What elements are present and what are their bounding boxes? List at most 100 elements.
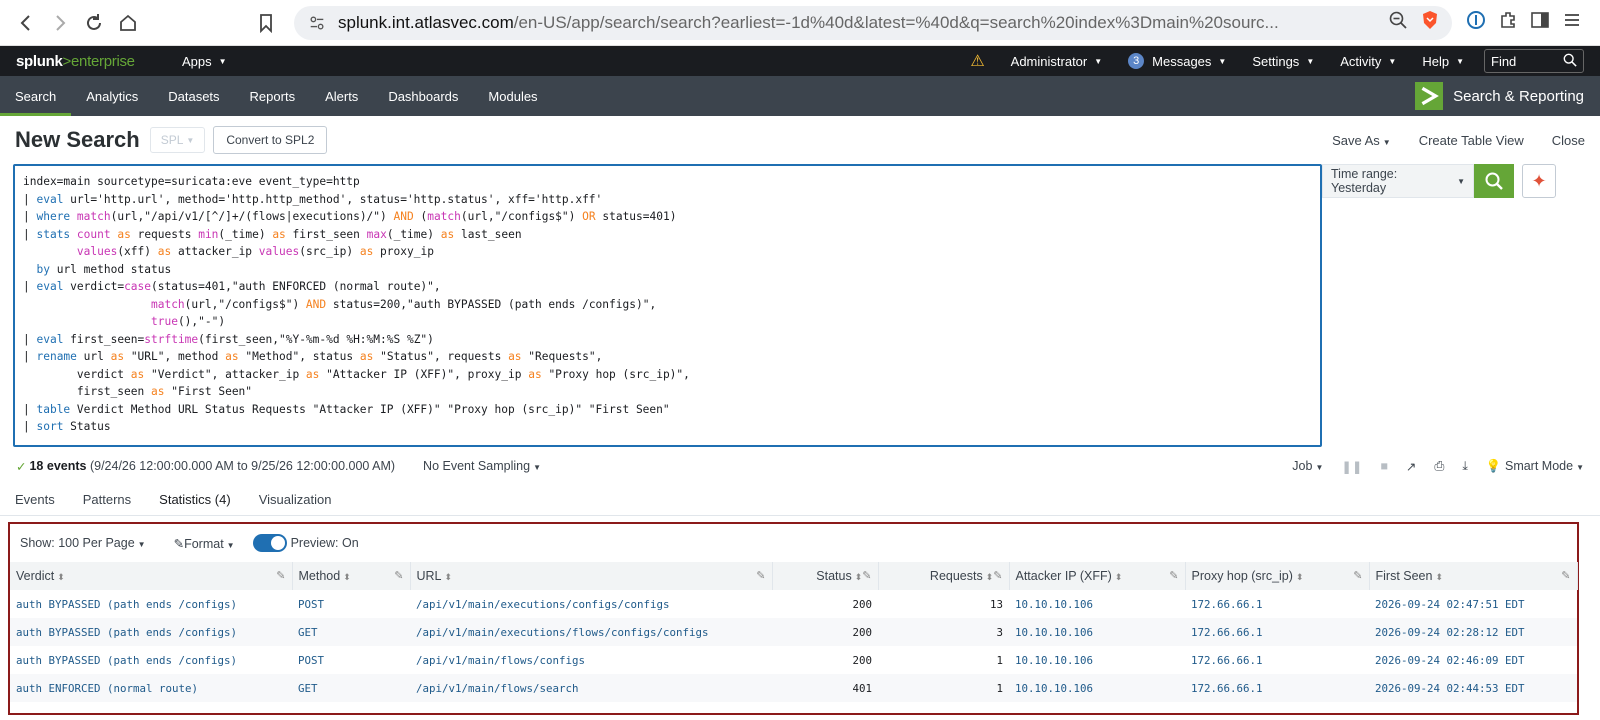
tab-search[interactable]: Search [0, 76, 72, 116]
search-button[interactable] [1474, 164, 1514, 198]
table-cell[interactable]: 172.66.66.1 [1185, 590, 1369, 618]
table-cell[interactable]: 13 [878, 590, 1009, 618]
edit-column-icon[interactable]: ✎ [756, 569, 765, 582]
url-bar[interactable]: splunk.int.atlasvec.com/en-US/app/search… [294, 5, 1452, 40]
ai-assistant-button[interactable]: ✦ [1522, 164, 1556, 198]
table-row[interactable]: auth ENFORCED (normal route) GET/api/v1/m… [10, 674, 1577, 702]
back-icon[interactable] [10, 7, 42, 39]
table-cell[interactable]: GET [292, 674, 410, 702]
sort-icon[interactable]: ⬍ [1296, 572, 1304, 582]
brave-shield-icon[interactable] [1420, 10, 1440, 35]
save-as-menu[interactable]: Save As ▼ [1332, 133, 1391, 148]
splunk-logo[interactable]: splunk>enterprise [16, 53, 166, 70]
stop-icon[interactable]: ■ [1380, 459, 1388, 473]
export-icon[interactable]: ⤓ [1462, 459, 1468, 474]
sort-icon[interactable]: ⬍ [986, 572, 994, 582]
table-cell[interactable]: 1 [878, 646, 1009, 674]
time-range-picker[interactable]: Time range: Yesterday ▼ [1322, 164, 1474, 198]
warning-icon[interactable]: ⚠ [970, 51, 984, 71]
close-link[interactable]: Close [1552, 133, 1585, 148]
table-cell[interactable]: POST [292, 646, 410, 674]
table-cell[interactable]: /api/v1/main/executions/configs/configs [410, 590, 772, 618]
table-cell[interactable]: 2026-09-24 02:28:12 EDT [1369, 618, 1577, 646]
sort-icon[interactable]: ⬍ [343, 572, 351, 582]
sort-icon[interactable]: ⬍ [1115, 572, 1123, 582]
table-cell[interactable]: auth BYPASSED (path ends /configs) [10, 646, 292, 674]
table-cell[interactable]: 10.10.10.106 [1009, 590, 1185, 618]
table-row[interactable]: auth BYPASSED (path ends /configs) POST/a… [10, 646, 1577, 674]
edit-column-icon[interactable]: ✎ [1353, 569, 1362, 582]
table-cell[interactable]: POST [292, 590, 410, 618]
column-header[interactable]: ✎ First Seen ⬍ [1369, 562, 1578, 590]
table-cell[interactable]: 2026-09-24 02:47:51 EDT [1369, 590, 1577, 618]
create-table-view-link[interactable]: Create Table View [1419, 133, 1524, 148]
table-cell[interactable]: 200 [772, 590, 878, 618]
find-input[interactable]: Find [1484, 49, 1584, 73]
table-cell[interactable]: 200 [772, 646, 878, 674]
table-cell[interactable]: auth ENFORCED (normal route) [10, 674, 292, 702]
bookmark-icon[interactable] [250, 7, 282, 39]
menu-icon[interactable] [1562, 10, 1582, 35]
help-menu[interactable]: Help ▼ [1422, 54, 1464, 69]
preview-toggle[interactable]: Preview: On [252, 534, 359, 552]
extensions-icon[interactable] [1498, 10, 1518, 35]
settings-menu[interactable]: Settings ▼ [1252, 54, 1314, 69]
column-header[interactable]: ✎ Attacker IP (XFF) ⬍ [1009, 562, 1186, 590]
forward-icon[interactable] [44, 7, 76, 39]
edit-column-icon[interactable]: ✎ [862, 569, 871, 582]
tab-alerts[interactable]: Alerts [310, 76, 373, 116]
sort-icon[interactable]: ⬍ [1435, 572, 1443, 582]
table-cell[interactable]: 10.10.10.106 [1009, 646, 1185, 674]
pause-icon[interactable]: ❚❚ [1341, 459, 1362, 474]
url-text[interactable]: splunk.int.atlasvec.com/en-US/app/search… [338, 13, 1378, 33]
administrator-menu[interactable]: Administrator ▼ [1011, 54, 1103, 69]
zoom-out-icon[interactable] [1388, 10, 1408, 35]
tab-datasets[interactable]: Datasets [153, 76, 234, 116]
search-query-editor[interactable]: index=main sourcetype=suricata:eve event… [13, 164, 1322, 447]
home-icon[interactable] [112, 7, 144, 39]
tab-dashboards[interactable]: Dashboards [373, 76, 473, 116]
table-cell[interactable]: 172.66.66.1 [1185, 674, 1369, 702]
column-header[interactable]: ✎ Verdict ⬍ [10, 562, 293, 590]
search-mode-menu[interactable]: 💡 Smart Mode ▼ [1486, 459, 1584, 474]
tab-events[interactable]: Events [15, 492, 55, 507]
table-cell[interactable]: 2026-09-24 02:44:53 EDT [1369, 674, 1577, 702]
table-cell[interactable]: 172.66.66.1 [1185, 618, 1369, 646]
spl-dropdown[interactable]: SPL ▼ [149, 127, 206, 153]
sort-icon[interactable]: ⬍ [855, 572, 863, 582]
per-page-dropdown[interactable]: Show: 100 Per Page ▼ [20, 536, 146, 550]
table-cell[interactable]: /api/v1/main/flows/configs [410, 646, 772, 674]
column-header[interactable]: ✎ Method ⬍ [292, 562, 411, 590]
share-icon[interactable]: ↗ [1406, 459, 1416, 474]
tab-analytics[interactable]: Analytics [71, 76, 153, 116]
job-menu[interactable]: Job ▼ [1292, 459, 1323, 473]
tab-statistics[interactable]: Statistics (4) [159, 492, 231, 507]
sidebar-icon[interactable] [1530, 10, 1550, 35]
toggle-switch[interactable] [252, 534, 287, 552]
apps-menu[interactable]: Apps ▼ [182, 54, 227, 69]
table-cell[interactable]: /api/v1/main/flows/search [410, 674, 772, 702]
column-header[interactable]: ✎ Status ⬍ [772, 562, 879, 590]
tab-patterns[interactable]: Patterns [83, 492, 131, 507]
edit-column-icon[interactable]: ✎ [1561, 569, 1570, 582]
table-cell[interactable]: 10.10.10.106 [1009, 674, 1185, 702]
table-cell[interactable]: auth BYPASSED (path ends /configs) [10, 618, 292, 646]
table-cell[interactable]: GET [292, 618, 410, 646]
column-header[interactable]: ✎ URL ⬍ [410, 562, 773, 590]
table-cell[interactable]: 2026-09-24 02:46:09 EDT [1369, 646, 1577, 674]
password-manager-icon[interactable] [1466, 10, 1486, 35]
convert-spl2-button[interactable]: Convert to SPL2 [213, 126, 328, 154]
tab-visualization[interactable]: Visualization [259, 492, 332, 507]
edit-column-icon[interactable]: ✎ [993, 569, 1002, 582]
edit-column-icon[interactable]: ✎ [394, 569, 403, 582]
edit-column-icon[interactable]: ✎ [1169, 569, 1178, 582]
column-header[interactable]: ✎ Requests ⬍ [878, 562, 1010, 590]
table-row[interactable]: auth BYPASSED (path ends /configs) GET/ap… [10, 618, 1577, 646]
table-row[interactable]: auth BYPASSED (path ends /configs) POST/a… [10, 590, 1577, 618]
sort-icon[interactable]: ⬍ [445, 572, 453, 582]
table-cell[interactable]: 401 [772, 674, 878, 702]
reload-icon[interactable] [78, 7, 110, 39]
activity-menu[interactable]: Activity ▼ [1340, 54, 1396, 69]
sort-icon[interactable]: ⬍ [57, 572, 65, 582]
tab-modules[interactable]: Modules [473, 76, 552, 116]
